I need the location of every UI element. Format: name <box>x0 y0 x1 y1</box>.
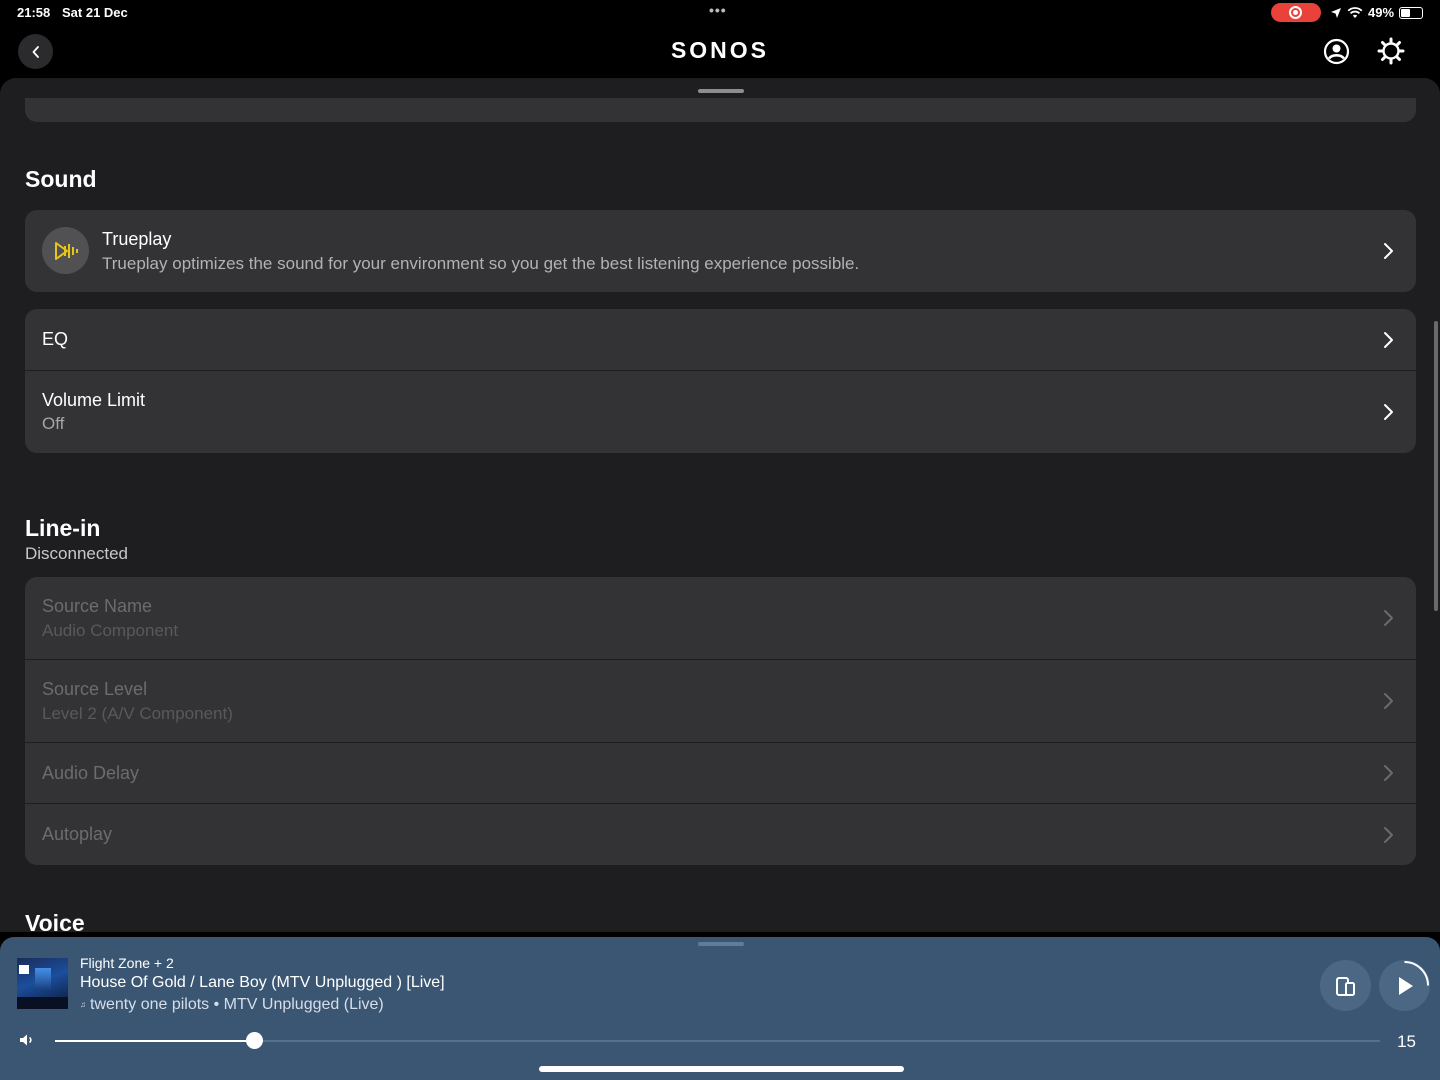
eq-label: EQ <box>42 329 69 349</box>
gear-icon <box>1377 37 1405 65</box>
trueplay-title: Trueplay <box>102 229 172 249</box>
volume-limit-row[interactable]: Volume Limit Off <box>25 371 1416 453</box>
status-time: 21:58 <box>17 5 51 20</box>
volume-value: 15 <box>1397 1032 1416 1051</box>
speaker-group-icon <box>1335 976 1355 996</box>
trueplay-description: Trueplay optimizes the sound for your en… <box>102 254 860 273</box>
volume-limit-label: Volume Limit <box>42 390 146 410</box>
volume-slider-fill <box>55 1040 254 1042</box>
playback-progress-arc <box>1404 961 1429 986</box>
source-name-label: Source Name <box>42 596 153 616</box>
trueplay-card[interactable]: Trueplay Trueplay optimizes the sound fo… <box>25 210 1416 292</box>
source-name-value: Audio Component <box>42 621 179 640</box>
section-title-voice: Voice <box>25 910 85 932</box>
account-icon <box>1323 38 1350 65</box>
source-level-label: Source Level <box>42 679 148 699</box>
section-title-line-in: Line-in <box>25 515 101 541</box>
battery-percent: 49% <box>1368 5 1395 20</box>
chevron-right-icon <box>1384 826 1393 843</box>
wifi-icon <box>1347 6 1363 18</box>
account-button[interactable] <box>1323 38 1350 70</box>
line-in-card: Source Name Audio Component Source Level… <box>25 577 1416 865</box>
settings-button[interactable] <box>1377 37 1405 70</box>
eq-row[interactable]: EQ <box>25 309 1416 371</box>
location-arrow-icon <box>1331 7 1341 18</box>
chevron-right-icon <box>1384 693 1393 709</box>
player-zone: Flight Zone + 2 <box>80 955 174 971</box>
back-button[interactable] <box>18 34 53 69</box>
chevron-right-icon <box>1384 243 1393 259</box>
trueplay-icon <box>54 241 78 260</box>
player-track-title: House Of Gold / Lane Boy (MTV Unplugged … <box>80 974 445 991</box>
status-bar: 21:58 Sat 21 Dec ••• 49% <box>0 0 1440 26</box>
section-title-sound: Sound <box>25 166 97 192</box>
autoplay-label: Autoplay <box>42 824 113 844</box>
sonos-logo: SONOS <box>670 37 770 63</box>
status-indicators: 49% <box>1330 5 1424 20</box>
sound-settings-card: EQ Volume Limit Off <box>25 309 1416 453</box>
line-in-status: Disconnected <box>25 544 129 563</box>
settings-sheet[interactable]: Sound Trueplay Trueplay optimizes the so… <box>0 78 1440 932</box>
volume-limit-value: Off <box>42 414 65 433</box>
chevron-right-icon <box>1384 610 1393 626</box>
trueplay-row[interactable]: Trueplay Trueplay optimizes the sound fo… <box>25 210 1416 292</box>
chevron-right-icon <box>1384 404 1393 420</box>
status-date: Sat 21 Dec <box>62 5 128 20</box>
chevron-right-icon <box>1384 331 1393 348</box>
group-speakers-button[interactable] <box>1320 960 1371 1011</box>
source-level-row[interactable]: Source Level Level 2 (A/V Component) <box>25 660 1416 743</box>
sheet-grabber[interactable] <box>698 89 744 93</box>
trueplay-icon-badge <box>42 227 89 274</box>
player-artist-album: ♫ twenty one pilots • MTV Unplugged (Liv… <box>80 996 384 1014</box>
screen-recording-icon[interactable] <box>1271 3 1321 22</box>
scrollbar[interactable] <box>1434 321 1438 611</box>
chevron-right-icon <box>1384 765 1393 781</box>
player-artist-album-text: twenty one pilots • MTV Unplugged (Live) <box>90 996 384 1013</box>
autoplay-row[interactable]: Autoplay <box>25 804 1416 865</box>
source-name-row[interactable]: Source Name Audio Component <box>25 577 1416 660</box>
home-indicator[interactable] <box>539 1066 904 1072</box>
battery-icon <box>1399 6 1424 19</box>
audio-delay-label: Audio Delay <box>42 763 140 783</box>
source-level-value: Level 2 (A/V Component) <box>42 704 233 723</box>
multitasking-dots-icon[interactable]: ••• <box>709 2 727 18</box>
player-grabber[interactable] <box>698 942 744 946</box>
chevron-left-icon <box>32 45 39 58</box>
volume-icon[interactable] <box>19 1033 35 1047</box>
volume-slider-knob[interactable] <box>245 1032 263 1049</box>
album-art[interactable] <box>17 958 68 1009</box>
amazon-music-icon: ♫ <box>80 1000 86 1009</box>
previous-section-card <box>25 98 1416 122</box>
volume-slider[interactable] <box>55 1032 1380 1049</box>
audio-delay-row[interactable]: Audio Delay <box>25 743 1416 804</box>
mini-player[interactable]: Flight Zone + 2 House Of Gold / Lane Boy… <box>0 937 1440 1080</box>
